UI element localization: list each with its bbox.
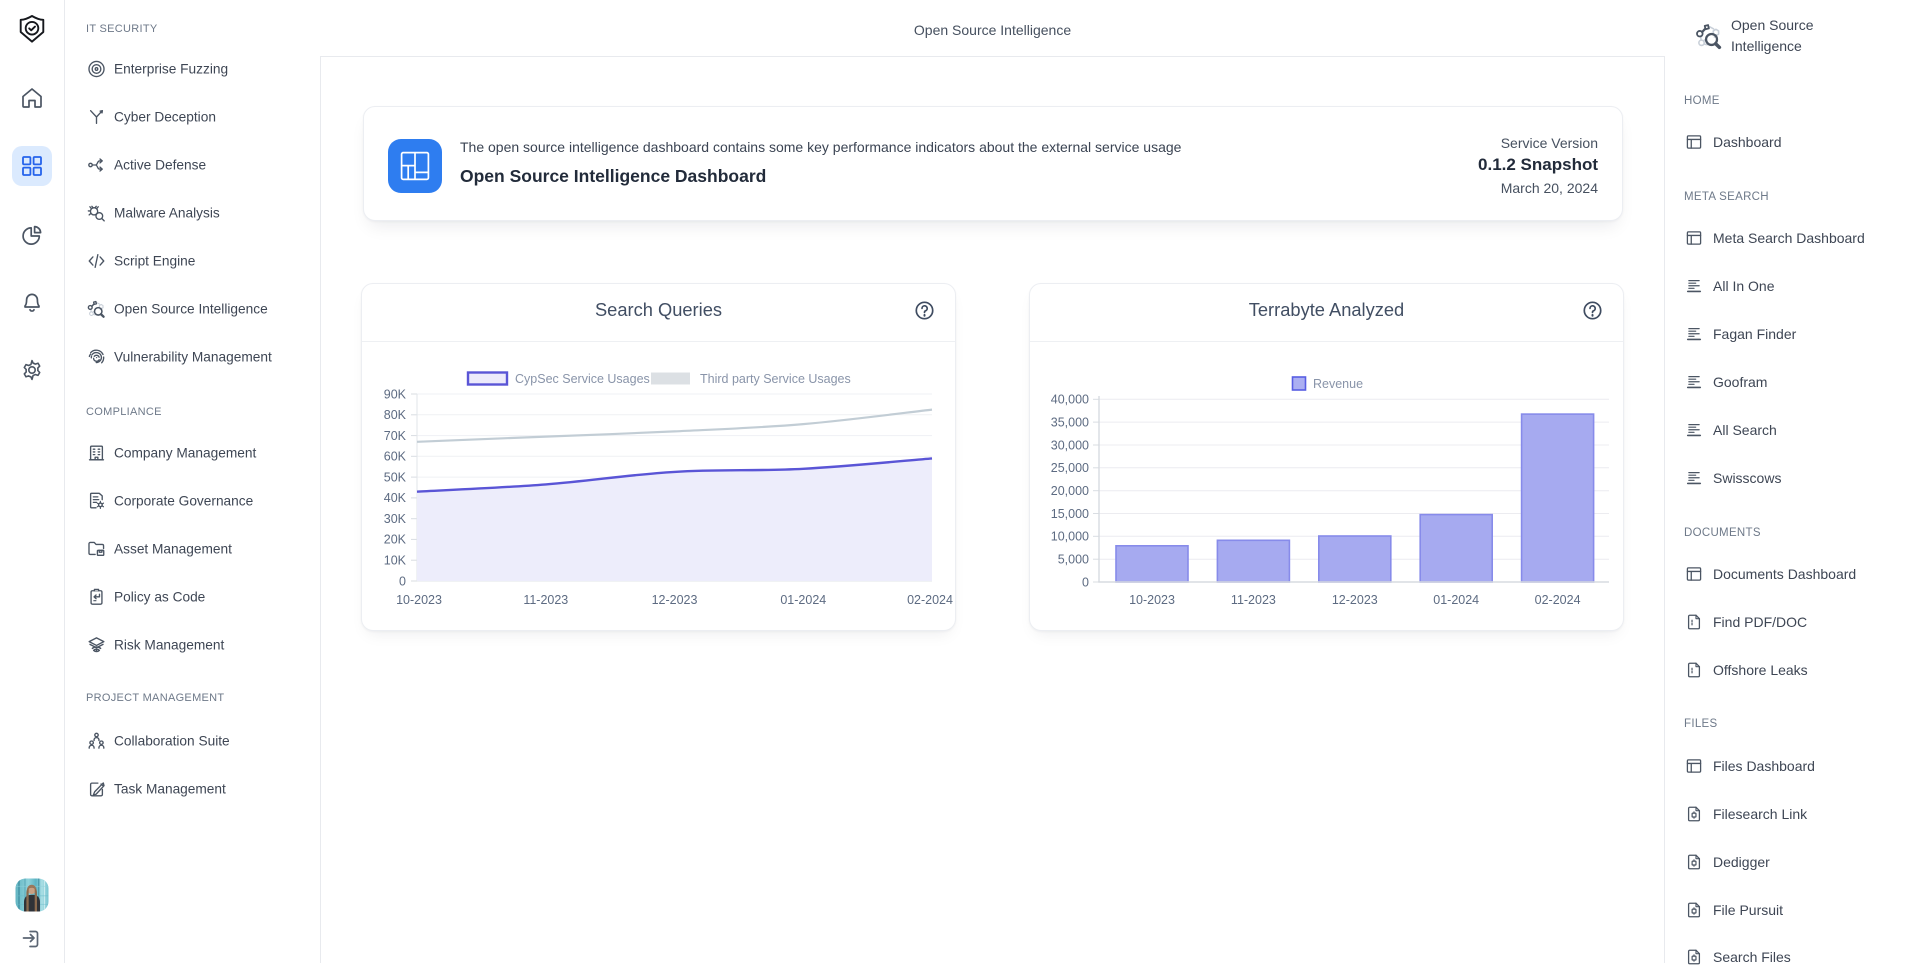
- svg-text:40,000: 40,000: [1051, 393, 1089, 407]
- svg-text:CypSec Service Usages: CypSec Service Usages: [515, 372, 650, 386]
- svg-text:0: 0: [399, 574, 406, 588]
- svg-text:80K: 80K: [384, 408, 407, 422]
- svg-text:5,000: 5,000: [1058, 553, 1089, 567]
- svg-text:01-2024: 01-2024: [1433, 593, 1479, 607]
- svg-text:Third party Service Usages: Third party Service Usages: [700, 372, 851, 386]
- svg-text:15,000: 15,000: [1051, 507, 1089, 521]
- svg-text:35,000: 35,000: [1051, 415, 1089, 429]
- svg-text:20,000: 20,000: [1051, 484, 1089, 498]
- svg-text:12-2023: 12-2023: [1332, 593, 1378, 607]
- svg-text:0: 0: [1082, 575, 1089, 589]
- svg-text:70K: 70K: [384, 429, 407, 443]
- svg-text:02-2024: 02-2024: [1535, 593, 1581, 607]
- svg-text:40K: 40K: [384, 491, 407, 505]
- svg-text:60K: 60K: [384, 450, 407, 464]
- svg-text:Revenue: Revenue: [1313, 377, 1363, 391]
- svg-text:90K: 90K: [384, 387, 407, 401]
- svg-text:11-2023: 11-2023: [523, 593, 568, 607]
- svg-text:12-2023: 12-2023: [652, 593, 698, 607]
- svg-text:30,000: 30,000: [1051, 438, 1089, 452]
- svg-text:02-2024: 02-2024: [907, 593, 953, 607]
- svg-text:20K: 20K: [384, 533, 407, 547]
- svg-text:10,000: 10,000: [1051, 530, 1089, 544]
- svg-text:10-2023: 10-2023: [396, 593, 442, 607]
- svg-text:01-2024: 01-2024: [780, 593, 826, 607]
- svg-text:10-2023: 10-2023: [1129, 593, 1175, 607]
- svg-text:25,000: 25,000: [1051, 461, 1089, 475]
- svg-text:11-2023: 11-2023: [1231, 593, 1276, 607]
- svg-text:50K: 50K: [384, 470, 407, 484]
- svg-text:10K: 10K: [384, 554, 407, 568]
- svg-text:30K: 30K: [384, 512, 407, 526]
